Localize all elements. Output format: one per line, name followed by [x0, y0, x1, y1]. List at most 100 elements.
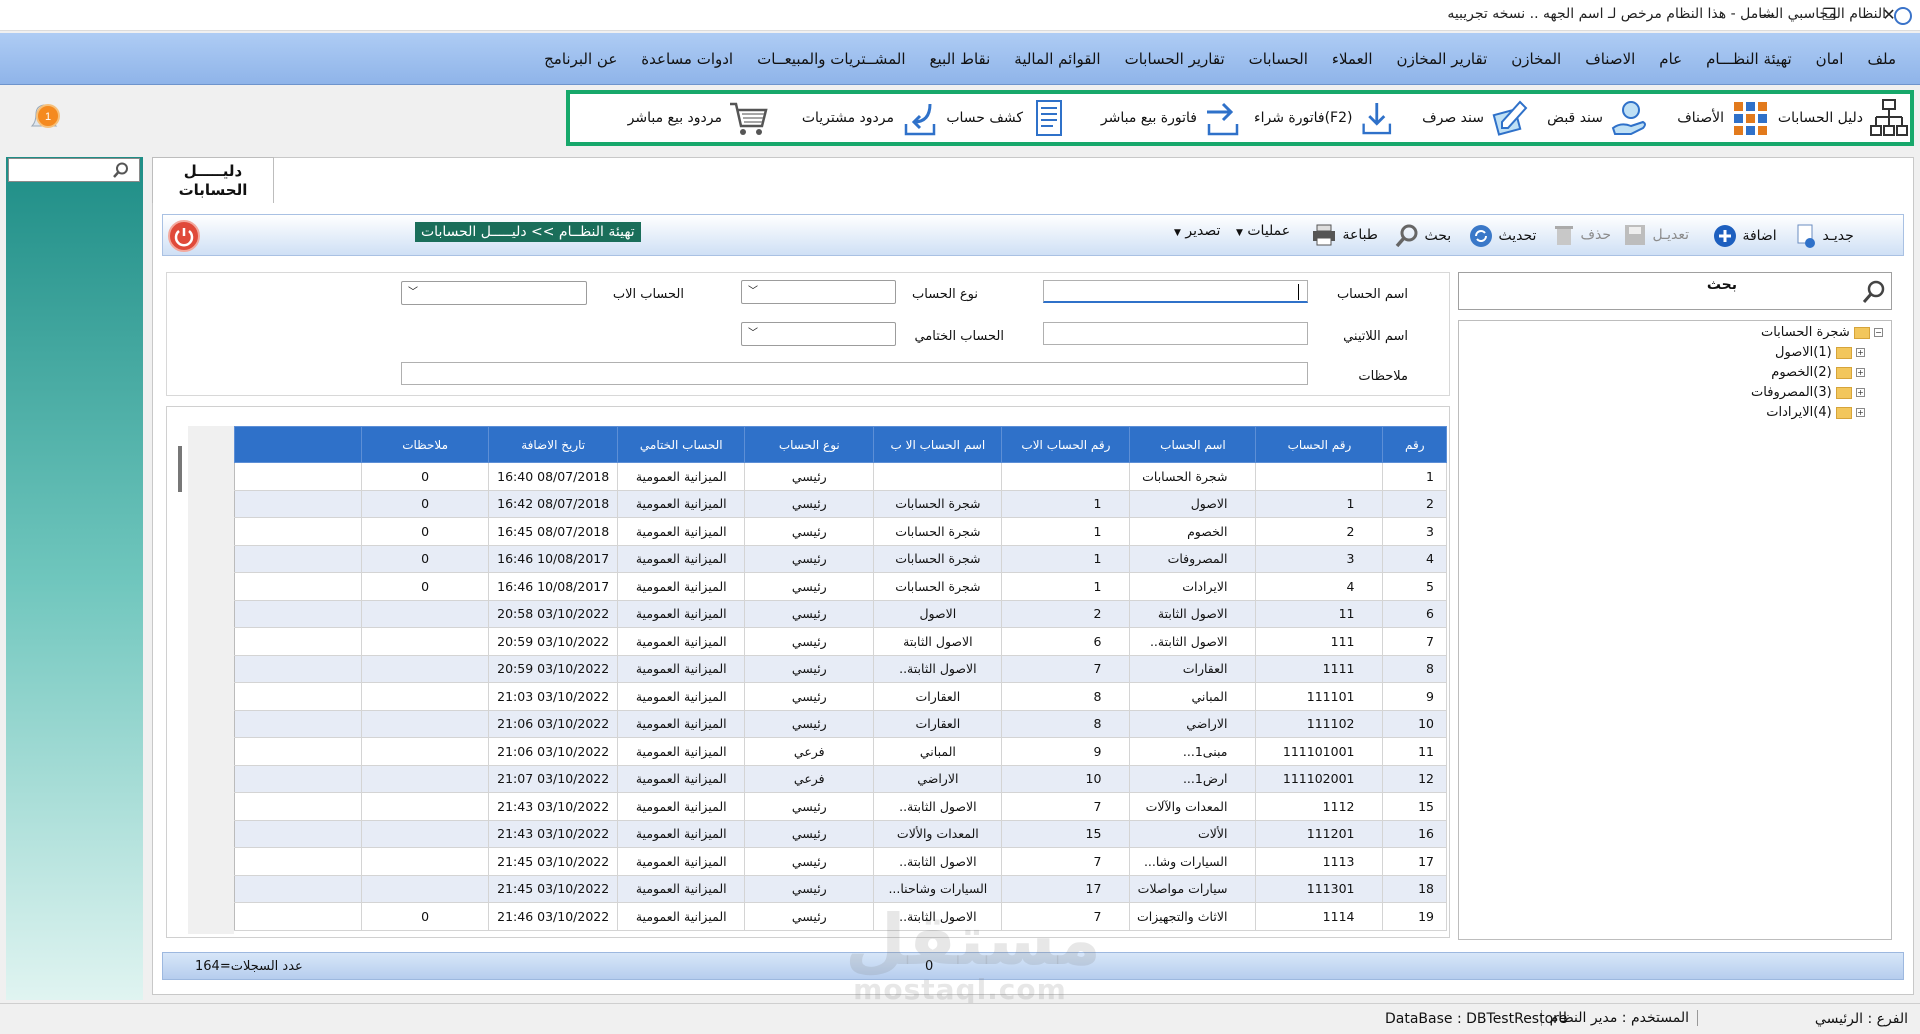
- table-row[interactable]: 17 1113 السيارات وشا... 7 الاصول الثابتة.. رئ…: [233, 847, 1447, 876]
- row-selector[interactable]: [233, 462, 363, 491]
- table-row[interactable]: 9 111101 المباني 8 العقارات رئيسي الميزانية ال…: [233, 682, 1447, 711]
- menu-item[interactable]: القوائم المالية: [1002, 50, 1112, 68]
- operations-menu[interactable]: عمليات ▼: [1236, 223, 1290, 239]
- table-row[interactable]: 8 1111 العقارات 7 الاصول الثابتة.. رئيسي الميز…: [233, 654, 1447, 683]
- row-selector[interactable]: [233, 737, 363, 766]
- restore-button[interactable]: ❐: [1806, 2, 1852, 28]
- column-header[interactable]: رقم: [1382, 426, 1447, 463]
- grid-scrollbar[interactable]: [178, 446, 182, 492]
- collapse-icon[interactable]: −: [1874, 328, 1883, 337]
- expand-icon[interactable]: +: [1856, 408, 1865, 417]
- row-selector[interactable]: [233, 599, 363, 628]
- toolbar-item[interactable]: مردود بيع مباشر: [590, 98, 768, 138]
- toolbar-item[interactable]: مردود مشتريات: [778, 98, 940, 138]
- row-selector[interactable]: [233, 572, 363, 601]
- row-selector[interactable]: [233, 544, 363, 573]
- toolbar-item[interactable]: كشف حساب: [945, 98, 1069, 138]
- tab-chart-of-accounts[interactable]: دليـــــل الحسابات: [152, 157, 274, 203]
- menu-item[interactable]: ادوات مساعدة: [629, 50, 745, 68]
- side-search-input[interactable]: [8, 158, 140, 182]
- menu-item[interactable]: عام: [1647, 50, 1694, 68]
- row-selector[interactable]: [233, 819, 363, 848]
- expand-icon[interactable]: +: [1856, 388, 1865, 397]
- table-row[interactable]: 16 111201 الألات 15 المعدات والألات رئيسي المي…: [233, 819, 1447, 848]
- tree-node[interactable]: + (4)الايرادات: [1766, 405, 1865, 420]
- export-menu[interactable]: تصدير ▼: [1174, 223, 1220, 239]
- table-row[interactable]: 2 1 الاصول 1 شجرة الحسابات رئيسي الميزانية الع…: [233, 489, 1447, 518]
- refresh-button[interactable]: تحديث: [1468, 223, 1536, 249]
- row-selector[interactable]: [233, 764, 363, 793]
- toolbar-item[interactable]: دليل الحسابات: [1774, 98, 1909, 138]
- table-row[interactable]: 1 شجرة الحسابات رئيسي الميزانية العمومية 08/…: [233, 462, 1447, 491]
- row-selector[interactable]: [233, 709, 363, 738]
- menu-item[interactable]: تقارير الحسابات: [1113, 50, 1237, 68]
- new-button[interactable]: جديـد: [1790, 223, 1854, 249]
- column-header[interactable]: اسم الحساب الا ب: [873, 426, 1003, 463]
- expand-icon[interactable]: +: [1856, 348, 1865, 357]
- table-row[interactable]: 4 3 المصروفات 1 شجرة الحسابات رئيسي الميزانية …: [233, 544, 1447, 573]
- table-row[interactable]: 11 111101001 مبنى1... 9 المباني فرعي الميزانية…: [233, 737, 1447, 766]
- row-selector[interactable]: [233, 517, 363, 546]
- latin-name-input[interactable]: [1043, 322, 1308, 345]
- row-selector[interactable]: [233, 627, 363, 656]
- table-row[interactable]: 19 1114 الاثاث والتجهيزات 7 الاصول الثابتة..…: [233, 902, 1447, 931]
- print-button[interactable]: طباعة: [1310, 223, 1378, 247]
- menu-item[interactable]: الاصناف: [1573, 50, 1647, 68]
- notification-bell-icon[interactable]: 1: [26, 100, 66, 136]
- minimize-button[interactable]: —: [1744, 2, 1790, 28]
- power-close-icon[interactable]: [168, 220, 200, 252]
- column-header[interactable]: ملاحظات: [361, 426, 490, 463]
- notes-input[interactable]: [401, 362, 1308, 385]
- toolbar-item[interactable]: سند صرف: [1404, 98, 1530, 138]
- tree-node[interactable]: + (2)الخصوم: [1771, 365, 1865, 380]
- row-selector[interactable]: [233, 792, 363, 821]
- search-button[interactable]: بحث: [1394, 223, 1451, 249]
- toolbar-item[interactable]: سند قبض: [1539, 98, 1649, 138]
- delete-button[interactable]: حذف: [1552, 223, 1611, 247]
- row-selector[interactable]: [233, 654, 363, 683]
- row-selector[interactable]: [233, 874, 363, 903]
- edit-button[interactable]: تعديـل: [1622, 223, 1689, 247]
- toolbar-item[interactable]: فاتورة شراء(F2): [1254, 98, 1396, 138]
- add-button[interactable]: اضافة: [1712, 223, 1777, 249]
- column-header[interactable]: نوع الحساب: [744, 426, 875, 463]
- tree-node[interactable]: + (1)الاصول: [1775, 345, 1865, 360]
- toolbar-item[interactable]: فاتورة بيع مباشر: [1081, 98, 1243, 138]
- tree-node[interactable]: + (3)المصروفات: [1751, 385, 1865, 400]
- column-header[interactable]: رقم الحساب الاب: [1001, 426, 1131, 463]
- table-row[interactable]: 15 1112 المعدات والآلات 7 الاصول الثابتة.. رئ…: [233, 792, 1447, 821]
- account-type-select[interactable]: ﹀: [741, 280, 896, 304]
- table-row[interactable]: 3 2 الخصوم 1 شجرة الحسابات رئيسي الميزانية الع…: [233, 517, 1447, 546]
- column-header[interactable]: تاريخ الاضافة: [488, 426, 619, 463]
- table-row[interactable]: 6 11 الاصول الثابتة 2 الاصول رئيسي الميزانية ا…: [233, 599, 1447, 628]
- menu-item[interactable]: عن البرنامج: [532, 50, 629, 68]
- table-row[interactable]: 7 111 الاصول الثابتة.. 6 الاصول الثابتة رئيسي…: [233, 627, 1447, 656]
- menu-item[interactable]: تهيئة النظـــام: [1694, 50, 1804, 68]
- row-selector[interactable]: [233, 847, 363, 876]
- menu-item[interactable]: المشــتريات والمبيعــات: [745, 50, 917, 68]
- menu-item[interactable]: المخازن: [1499, 50, 1573, 68]
- table-row[interactable]: 18 111301 سيارات مواصلات 17 السيارات وشاحنا.…: [233, 874, 1447, 903]
- menu-item[interactable]: تقارير المخازن: [1385, 50, 1500, 68]
- toolbar-item[interactable]: الأصناف: [1652, 98, 1770, 138]
- column-header[interactable]: رقم الحساب: [1255, 426, 1384, 463]
- parent-account-select[interactable]: ﹀: [401, 281, 587, 305]
- menu-item[interactable]: امان: [1804, 50, 1856, 68]
- row-selector[interactable]: [233, 489, 363, 518]
- final-account-select[interactable]: ﹀: [741, 322, 896, 346]
- column-header[interactable]: الحساب الختامي: [617, 426, 746, 463]
- menu-item[interactable]: ملف: [1855, 50, 1908, 68]
- account-name-input[interactable]: [1043, 280, 1308, 303]
- menu-item[interactable]: العملاء: [1320, 50, 1385, 68]
- table-row[interactable]: 10 111102 الاراضي 8 العقارات رئيسي الميزانية ا…: [233, 709, 1447, 738]
- table-row[interactable]: 5 4 الايرادات 1 شجرة الحسابات رئيسي الميزانية …: [233, 572, 1447, 601]
- close-button[interactable]: ✕: [1866, 2, 1912, 28]
- table-row[interactable]: 12 111102001 ارض1... 10 الاراضي فرعي الميزانية…: [233, 764, 1447, 793]
- row-selector[interactable]: [233, 902, 363, 931]
- column-header[interactable]: اسم الحساب: [1129, 426, 1257, 463]
- tree-search-box[interactable]: بحث: [1458, 272, 1892, 310]
- expand-icon[interactable]: +: [1856, 368, 1865, 377]
- menu-item[interactable]: نقاط البيع: [918, 50, 1003, 68]
- menu-item[interactable]: الحسابات: [1237, 50, 1320, 68]
- row-selector[interactable]: [233, 682, 363, 711]
